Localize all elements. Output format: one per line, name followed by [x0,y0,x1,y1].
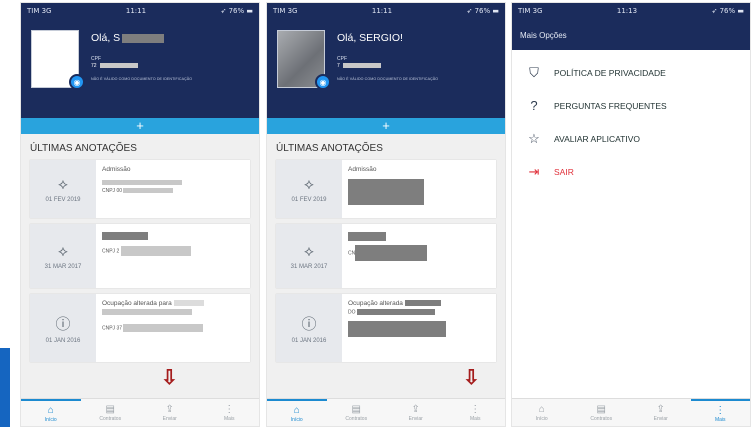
card-title: Admissão [348,166,377,173]
home-icon: ⌂ [538,403,545,415]
more-icon: ⋮ [715,404,726,416]
tab-mais[interactable]: ⋮ Mais [446,399,506,426]
menu-item-sair[interactable]: ⇥ SAIR [512,155,750,188]
menu-item-perguntas[interactable]: ? PERGUNTAS FREQUENTES [512,89,750,122]
tab-contratos[interactable]: ▤ Contratos [327,399,387,426]
pointer-arrow-icon: ⇩ [161,367,178,389]
battery: ➶ 76% ▬ [711,6,744,15]
clock: 11:11 [371,6,393,15]
menu-item-avaliar[interactable]: ☆ AVALIAR APLICATIVO [512,122,750,155]
share-icon: ⇪ [411,403,420,415]
section-title: ÚLTIMAS ANOTAÇÕES [276,143,383,154]
page-title: Mais Opções [512,18,750,50]
camera-icon[interactable]: ◉ [315,74,331,90]
logout-icon: ⇥ [528,163,540,179]
battery: ➶ 76% ▬ [220,6,253,15]
phone-screen-mais: TIM 3G 11:13 ➶ 76% ▬ Mais Opções ⛉ POLÍTI… [511,2,751,427]
card-date: 01 JAN 2016 [45,337,81,344]
briefcase-icon: ▤ [351,403,361,415]
card-line: CNPJ 37 [102,325,123,332]
briefcase-icon: ▤ [596,403,606,415]
disclaimer: NÃO É VÁLIDO COMO DOCUMENTO DE IDENTIFIC… [91,77,193,81]
briefcase-icon: ▤ [105,403,115,415]
tab-enviar[interactable]: ⇪ Enviar [140,399,200,426]
battery: ➶ 76% ▬ [466,6,499,15]
cpf-value: 72 [91,63,138,69]
status-bar: TIM 3G 11:11 ➶ 76% ▬ [21,3,259,18]
tab-bar: ⌂ Início ▤ Contratos ⇪ Enviar ⋮ Mais [21,398,259,426]
clock: 11:13 [616,6,638,15]
handshake-icon: ⟡ [304,175,314,193]
section-title: ÚLTIMAS ANOTAÇÕES [30,143,137,154]
card-admissao[interactable]: ⟡ 01 FEV 2019 Admissão CNPJ 00 [30,160,250,218]
question-icon: ? [530,98,538,113]
phone-screen-home-2: TIM 3G 11:11 ➶ 76% ▬ ◉ Olá, SERGIO! CPF … [266,2,506,427]
edge-bar [0,348,10,427]
carrier: TIM 3G [27,6,52,15]
card-title: Ocupação alterada para [102,300,172,307]
tab-contratos[interactable]: ▤ Contratos [81,399,141,426]
card-date: 01 FEV 2019 [45,196,81,203]
tab-enviar[interactable]: ⇪ Enviar [631,399,691,426]
card-ocupacao[interactable]: ⓘ 01 JAN 2016 Ocupação alterada para CNPJ… [30,294,250,362]
tab-mais[interactable]: ⋮ Mais [200,399,260,426]
card-contrato[interactable]: ⟡ 31 MAR 2017 CN [276,224,496,288]
menu-item-privacidade[interactable]: ⛉ POLÍTICA DE PRIVACIDADE [512,56,750,89]
add-button[interactable]: + [21,118,259,134]
star-icon: ☆ [528,130,540,146]
tab-inicio[interactable]: ⌂ Início [267,399,327,426]
cpf-value: 7 [337,63,381,69]
disclaimer: NÃO É VÁLIDO COMO DOCUMENTO DE IDENTIFIC… [337,77,439,81]
card-admissao[interactable]: ⟡ 01 FEV 2019 Admissão [276,160,496,218]
more-icon: ⋮ [470,403,481,415]
tab-bar: ⌂ Início ▤ Contratos ⇪ Enviar ⋮ Mais [512,398,750,426]
card-contrato[interactable]: ⟡ 31 MAR 2017 CNPJ 2 [30,224,250,288]
status-bar: TIM 3G 11:11 ➶ 76% ▬ [267,3,505,18]
card-date: 31 MAR 2017 [44,263,82,270]
cpf-label: CPF [91,56,101,62]
profile-header: ◉ Olá, SERGIO! CPF 7 NÃO É VÁLIDO COMO D… [267,18,505,118]
home-icon: ⌂ [293,404,300,416]
card-title: Admissão [102,166,131,173]
cpf-label: CPF [337,56,347,62]
carrier: TIM 3G [518,6,543,15]
card-date: 01 JAN 2016 [291,337,327,344]
options-menu: ⛉ POLÍTICA DE PRIVACIDADE ? PERGUNTAS FREQ… [512,50,750,411]
shield-icon: ⛉ [529,64,539,80]
carrier: TIM 3G [273,6,298,15]
clock: 11:11 [125,6,147,15]
tab-inicio[interactable]: ⌂ Início [21,399,81,426]
tab-bar: ⌂ Início ▤ Contratos ⇪ Enviar ⋮ Mais [267,398,505,426]
handshake-icon: ⟡ [58,175,68,193]
tab-inicio[interactable]: ⌂ Início [512,399,572,426]
card-line: CNPJ 00 [102,188,123,194]
greeting: Olá, S [91,32,165,44]
tab-enviar[interactable]: ⇪ Enviar [386,399,446,426]
phone-screen-home-1: TIM 3G 11:11 ➶ 76% ▬ ◉ Olá, S CPF 72 NÃO… [20,2,260,427]
handshake-icon: ⟡ [58,242,68,260]
more-icon: ⋮ [224,403,235,415]
card-ocupacao[interactable]: ⓘ 01 JAN 2016 Ocupação alterada DO [276,294,496,362]
greeting: Olá, SERGIO! [337,32,403,44]
tab-mais[interactable]: ⋮ Mais [690,399,750,426]
info-icon: ⓘ [55,315,71,333]
tab-contratos[interactable]: ▤ Contratos [572,399,632,426]
info-icon: ⓘ [301,315,317,333]
handshake-icon: ⟡ [304,242,314,260]
share-icon: ⇪ [165,403,174,415]
profile-header: ◉ Olá, S CPF 72 NÃO É VÁLIDO COMO DOCUME… [21,18,259,118]
camera-icon[interactable]: ◉ [69,74,85,90]
card-date: 01 FEV 2019 [291,196,327,203]
card-date: 31 MAR 2017 [290,263,328,270]
pointer-arrow-icon: ⇩ [463,367,480,389]
card-line: CNPJ 2 [102,248,120,255]
share-icon: ⇪ [656,403,665,415]
card-line: CN [348,250,356,257]
status-bar: TIM 3G 11:13 ➶ 76% ▬ [512,3,750,18]
home-icon: ⌂ [47,404,54,416]
card-line: DO [348,309,356,316]
card-title: Ocupação alterada [348,300,403,307]
add-button[interactable]: + [267,118,505,134]
